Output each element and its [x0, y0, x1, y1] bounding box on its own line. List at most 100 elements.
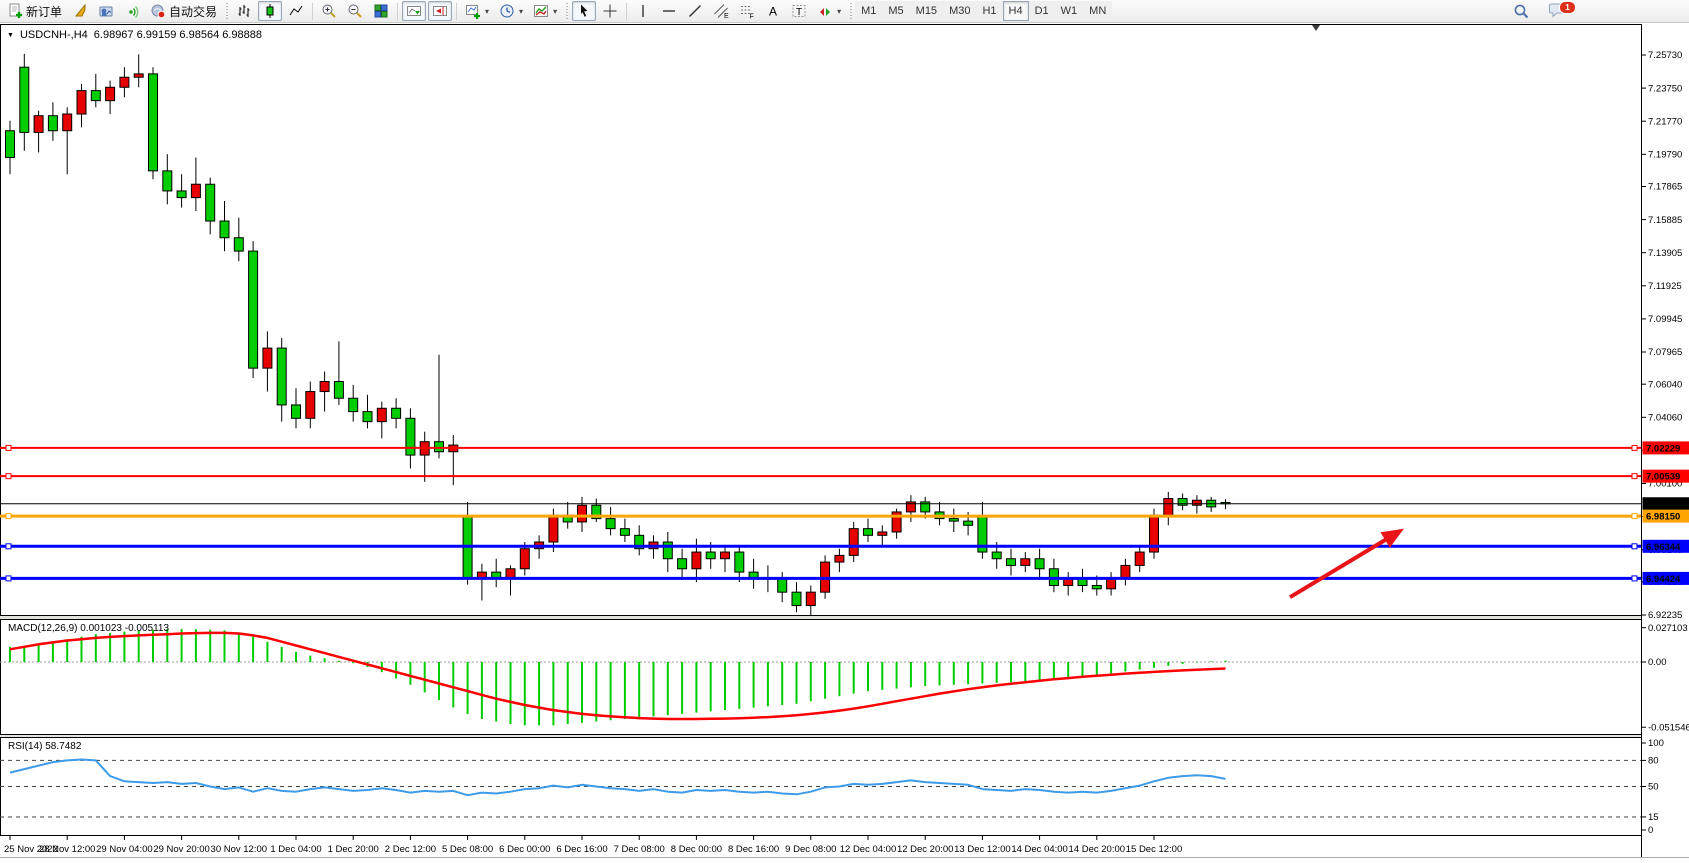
clock-icon — [499, 3, 515, 19]
candle-body — [435, 442, 444, 452]
price-line-badge-label: 6.98888 — [1646, 499, 1680, 510]
line-anchor[interactable] — [6, 544, 11, 549]
search-button[interactable] — [1509, 2, 1534, 22]
text-button[interactable]: A — [761, 1, 785, 21]
crosshair-button[interactable] — [598, 1, 622, 21]
indicators-button[interactable]: ▾ — [461, 1, 493, 21]
timeframe-MN[interactable]: MN — [1083, 1, 1112, 21]
svg-text:E: E — [724, 13, 729, 19]
timeframe-W1[interactable]: W1 — [1055, 1, 1084, 21]
candle-body — [806, 592, 815, 605]
candle-body — [721, 552, 730, 559]
text-label-icon: T — [791, 3, 807, 19]
candle-body — [20, 67, 29, 132]
price-tick-label: 7.06040 — [1648, 379, 1682, 390]
timeframe-H4[interactable]: H4 — [1003, 1, 1029, 21]
svg-text:F: F — [750, 14, 754, 20]
candle-body — [778, 579, 787, 592]
dropdown-caret-icon: ▾ — [519, 7, 523, 16]
price-tick-label: 7.15885 — [1648, 215, 1682, 226]
arrows-button[interactable]: ▾ — [813, 1, 845, 21]
candle-body — [620, 529, 629, 536]
timeframe-D1[interactable]: D1 — [1029, 1, 1055, 21]
candle-body — [349, 398, 358, 411]
zoom-out-button[interactable] — [343, 1, 367, 21]
indicators-icon — [465, 3, 481, 19]
candle-body — [392, 408, 401, 418]
zoom-in-button[interactable] — [317, 1, 341, 21]
text-icon: A — [765, 3, 781, 19]
time-tick-label: 1 Dec 04:00 — [270, 844, 321, 855]
candle-body — [106, 87, 115, 100]
candle-body — [1092, 585, 1101, 588]
auto-scroll-button[interactable] — [402, 1, 426, 21]
notification-badge[interactable]: 1 — [1559, 1, 1576, 14]
fibonacci-button[interactable]: F — [735, 1, 759, 21]
candle-body — [334, 382, 343, 399]
line-anchor[interactable] — [1632, 445, 1637, 450]
price-tick-label: 7.17865 — [1648, 182, 1682, 193]
timeframe-H1[interactable]: H1 — [976, 1, 1002, 21]
horizontal-line-button[interactable] — [657, 1, 681, 21]
candle-body — [849, 529, 858, 556]
chart-window[interactable]: 7.257307.237507.217707.197907.178657.158… — [0, 23, 1689, 863]
chart-dropdown-icon[interactable]: ▼ — [7, 32, 14, 39]
timeframe-M5[interactable]: M5 — [882, 1, 909, 21]
periods-button[interactable]: ▾ — [495, 1, 527, 21]
line-anchor[interactable] — [6, 514, 11, 519]
bar-chart-button[interactable] — [232, 1, 256, 21]
line-anchor[interactable] — [1632, 544, 1637, 549]
rsi-axis-label: 100 — [1648, 738, 1664, 749]
macd-axis-label: 0.00 — [1648, 657, 1667, 668]
price-tick-label: 7.25730 — [1648, 50, 1682, 61]
time-tick-label: 29 Nov 20:00 — [153, 844, 210, 855]
tile-windows-button[interactable] — [369, 1, 393, 21]
toolbar-right-cluster: 1 — [1508, 0, 1571, 23]
price-line-badge-label: 7.02229 — [1646, 443, 1680, 454]
text-label-button[interactable]: T — [787, 1, 811, 21]
price-line-badge-label: 6.94424 — [1646, 574, 1681, 585]
price-line-badge-label: 7.00539 — [1646, 472, 1680, 483]
timeframe-M15[interactable]: M15 — [910, 1, 943, 21]
rsi-label: RSI(14) 58.7482 — [8, 741, 82, 752]
line-chart-button[interactable] — [284, 1, 308, 21]
chart-shift-icon — [432, 3, 448, 19]
price-tick-label: 7.19790 — [1648, 150, 1682, 161]
channel-icon: E — [713, 3, 729, 19]
trendline-button[interactable] — [683, 1, 707, 21]
line-anchor[interactable] — [1632, 576, 1637, 581]
dropdown-caret-icon: ▾ — [837, 7, 841, 16]
time-tick-label: 1 Dec 20:00 — [328, 844, 379, 855]
candle-body — [549, 515, 558, 542]
candlestick-chart-button[interactable] — [258, 1, 282, 21]
timeframe-M1[interactable]: M1 — [855, 1, 882, 21]
line-anchor[interactable] — [1632, 474, 1637, 479]
templates-button[interactable]: ▾ — [529, 1, 561, 21]
svg-text:T: T — [796, 7, 802, 18]
line-anchor[interactable] — [6, 445, 11, 450]
chart-canvas[interactable]: 7.257307.237507.217707.197907.178657.158… — [0, 0, 1689, 863]
auto-trading-button[interactable]: 自动交易 — [146, 1, 221, 21]
vertical-line-button[interactable] — [631, 1, 655, 21]
candle-body — [63, 114, 72, 131]
timeframe-M30[interactable]: M30 — [943, 1, 976, 21]
line-anchor[interactable] — [1632, 514, 1637, 519]
channel-button[interactable]: E — [709, 1, 733, 21]
candle-body — [91, 91, 100, 101]
cursor-button[interactable] — [572, 1, 596, 21]
pane-splitter[interactable] — [0, 616, 1641, 620]
svg-text:A: A — [769, 5, 777, 19]
market-watch-button[interactable] — [94, 1, 118, 21]
fibonacci-icon: F — [739, 3, 755, 19]
candle-body — [663, 542, 672, 559]
candle-body — [1107, 579, 1116, 589]
chart-ohlc-values: 6.98967 6.99159 6.98564 6.98888 — [94, 29, 262, 41]
candle-body — [1021, 559, 1030, 566]
line-anchor[interactable] — [6, 474, 11, 479]
chart-shift-button[interactable] — [428, 1, 452, 21]
quotes-button[interactable] — [68, 1, 92, 21]
new-order-button[interactable]: 新订单 — [3, 1, 66, 21]
candle-body — [520, 549, 529, 569]
line-anchor[interactable] — [6, 576, 11, 581]
signals-button[interactable] — [120, 1, 144, 21]
